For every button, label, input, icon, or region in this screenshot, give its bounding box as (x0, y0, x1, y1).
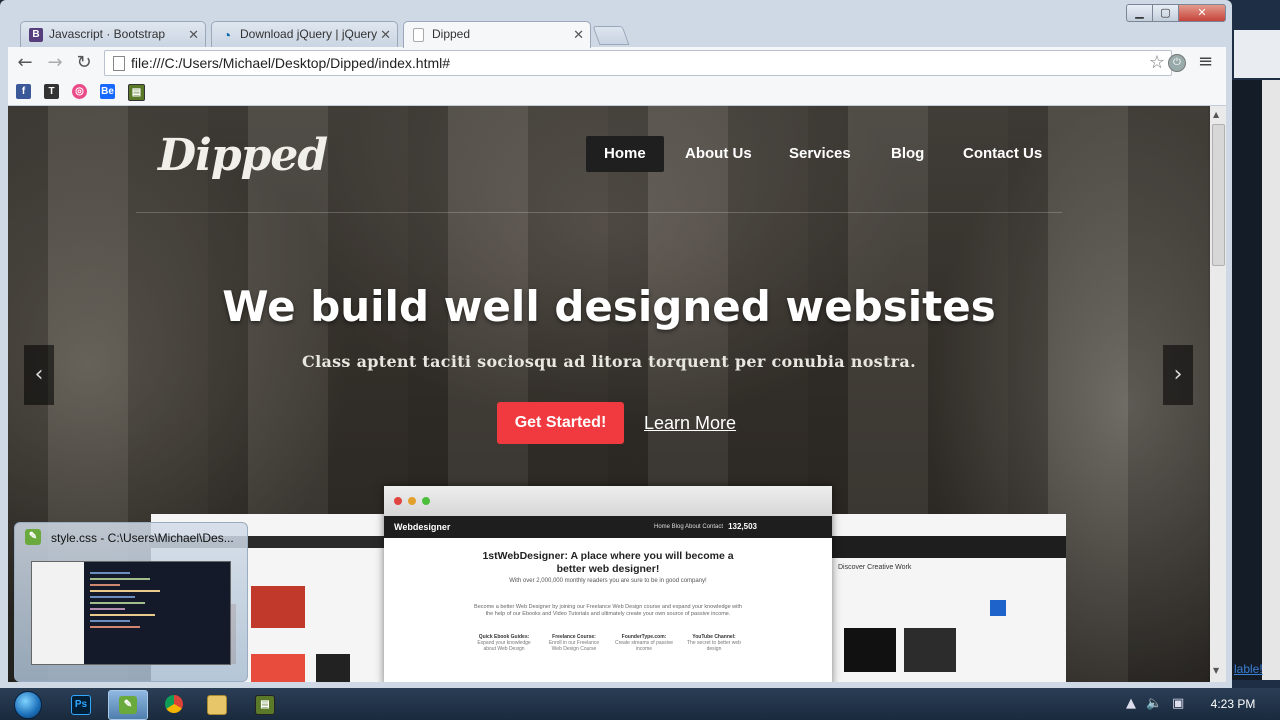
scrollbar-thumb[interactable] (1212, 124, 1225, 266)
mockup-column: FounderType.com: Create streams of passiv… (614, 634, 674, 652)
mockup-count: 132,503 (728, 522, 757, 531)
mockup-window-chrome (384, 486, 832, 516)
facebook-icon[interactable]: f (16, 84, 31, 99)
preview-title: style.css - C:\Users\Michael\Des... (51, 531, 234, 545)
site-logo[interactable]: Dipped (158, 130, 328, 181)
carousel-prev-icon[interactable]: ‹ (24, 345, 54, 405)
taskbar-preview[interactable]: ✎ style.css - C:\Users\Michael\Des... (14, 522, 248, 682)
page-icon (113, 56, 125, 71)
minimize-button[interactable]: ▁ (1126, 4, 1153, 22)
chrome-icon (165, 695, 183, 713)
scroll-up-icon[interactable]: ▲ (1213, 110, 1219, 119)
address-bar[interactable]: file:///C:/Users/Michael/Desktop/Dipped/… (104, 50, 1172, 76)
nav-contact[interactable]: Contact Us (963, 136, 1042, 172)
nav-about[interactable]: About Us (685, 136, 752, 172)
mockup-max-dot (422, 497, 430, 505)
show-hidden-icons[interactable]: ▲ (1126, 696, 1136, 711)
mockup-nav: Home Blog About Contact (654, 524, 724, 530)
photoshop-icon: Ps (71, 695, 91, 715)
reload-icon[interactable]: ↻ (73, 53, 95, 73)
folder-icon (207, 695, 227, 715)
taskbar-notepad-plus[interactable]: ✎ (108, 690, 148, 720)
mockup-main: Webdesigner Home Blog About Contact 132,… (384, 486, 832, 682)
hero-subheadline: Class aptent taciti sociosqu ad litora t… (302, 352, 916, 371)
mockup-paragraph: Become a better Web Designer by joining … (474, 604, 742, 617)
tumblr-icon[interactable]: T (44, 84, 59, 99)
menu-icon[interactable]: ≡ (1198, 51, 1213, 72)
bootstrap-icon: B (29, 28, 43, 42)
mockup-logo: Webdesigner (394, 522, 451, 532)
mockup-header: Webdesigner Home Blog About Contact 132,… (384, 516, 832, 538)
taskbar-explorer[interactable] (198, 690, 234, 718)
background-link[interactable]: lable! (1234, 662, 1263, 676)
new-tab-button[interactable] (592, 26, 630, 45)
clock[interactable]: 4:23 PM (1198, 688, 1268, 720)
carousel-next-icon[interactable]: › (1163, 345, 1193, 405)
tab-close-icon[interactable]: ✕ (380, 22, 391, 47)
behance-icon[interactable]: Be (100, 84, 115, 99)
jquery-icon: ◔ (222, 27, 232, 43)
volume-icon[interactable]: 🔈 (1146, 696, 1162, 711)
nav-blog[interactable]: Blog (891, 136, 924, 172)
start-button[interactable] (6, 688, 46, 720)
scroll-down-icon[interactable]: ▼ (1213, 666, 1219, 675)
mockup-column: YouTube Channel: The secret to better web… (687, 634, 741, 652)
browser-toolbar: ← → ↻ file:///C:/Users/Michael/Desktop/D… (8, 47, 1226, 79)
bookmark-star-icon[interactable]: ☆ (1149, 52, 1165, 73)
vertical-scrollbar[interactable]: ▲ ▼ (1210, 106, 1226, 682)
page-icon (413, 28, 424, 42)
tab-bootstrap[interactable]: B Javascript · Bootstrap ✕ (20, 21, 206, 47)
maximize-button[interactable]: ▢ (1152, 4, 1179, 22)
mockup-subtitle: With over 2,000,000 monthly readers you … (509, 578, 707, 584)
nav-home[interactable]: Home (586, 136, 664, 172)
bookmarks-bar: f T ◎ Be ▤ (8, 79, 1226, 106)
network-icon[interactable]: ▣ (1172, 696, 1184, 711)
extension-icon[interactable]: ⏻ (1168, 54, 1186, 72)
mockup-column: Quick Ebook Guides: Expand your knowledge… (477, 634, 531, 652)
back-icon[interactable]: ← (14, 53, 36, 73)
close-button[interactable]: ✕ (1178, 4, 1226, 22)
url-text[interactable]: file:///C:/Users/Michael/Desktop/Dipped/… (131, 51, 450, 75)
notepad-plus-icon: ✎ (119, 696, 137, 714)
tab-dipped[interactable]: Dipped ✕ (403, 21, 591, 48)
windows-logo-icon (14, 691, 42, 719)
header-divider (136, 212, 1062, 213)
taskbar-photoshop[interactable]: Ps (64, 690, 96, 718)
tab-close-icon[interactable]: ✕ (573, 22, 584, 47)
tab-label: Javascript · Bootstrap (49, 27, 166, 41)
dribbble-icon[interactable]: ◎ (72, 84, 87, 99)
tab-label: Dipped (432, 27, 471, 41)
taskbar-app[interactable]: ▤ (248, 690, 280, 718)
hero-headline: We build well designed websites (222, 282, 996, 331)
learn-more-link[interactable]: Learn More (644, 402, 736, 444)
app-icon: ▤ (255, 695, 275, 715)
tab-jquery[interactable]: ◔ Download jQuery | jQuery ✕ (211, 21, 398, 47)
notepad-plus-icon: ✎ (25, 529, 41, 545)
get-started-button[interactable]: Get Started! (497, 402, 624, 444)
taskbar: Ps ✎ ▤ ▲ 🔈 ▣ 4:23 PM (0, 688, 1280, 720)
mockup-column: Freelance Course: Enroll in our Freelance… (548, 634, 600, 652)
mockup-close-dot (394, 497, 402, 505)
nav-services[interactable]: Services (789, 136, 851, 172)
background-window (1232, 0, 1280, 688)
preview-thumbnail[interactable] (31, 561, 231, 665)
mockup-right-title: Discover Creative Work (838, 564, 912, 571)
taskbar-chrome[interactable] (156, 690, 192, 718)
mockup-min-dot (408, 497, 416, 505)
bookmark-app-icon[interactable]: ▤ (128, 84, 145, 101)
forward-icon[interactable]: → (44, 53, 66, 73)
mockup-right: Discover Creative Work (830, 514, 1066, 682)
tab-close-icon[interactable]: ✕ (188, 22, 199, 47)
mockup-title: 1stWebDesigner: A place where you will b… (482, 550, 734, 575)
tab-label: Download jQuery | jQuery (240, 27, 378, 41)
